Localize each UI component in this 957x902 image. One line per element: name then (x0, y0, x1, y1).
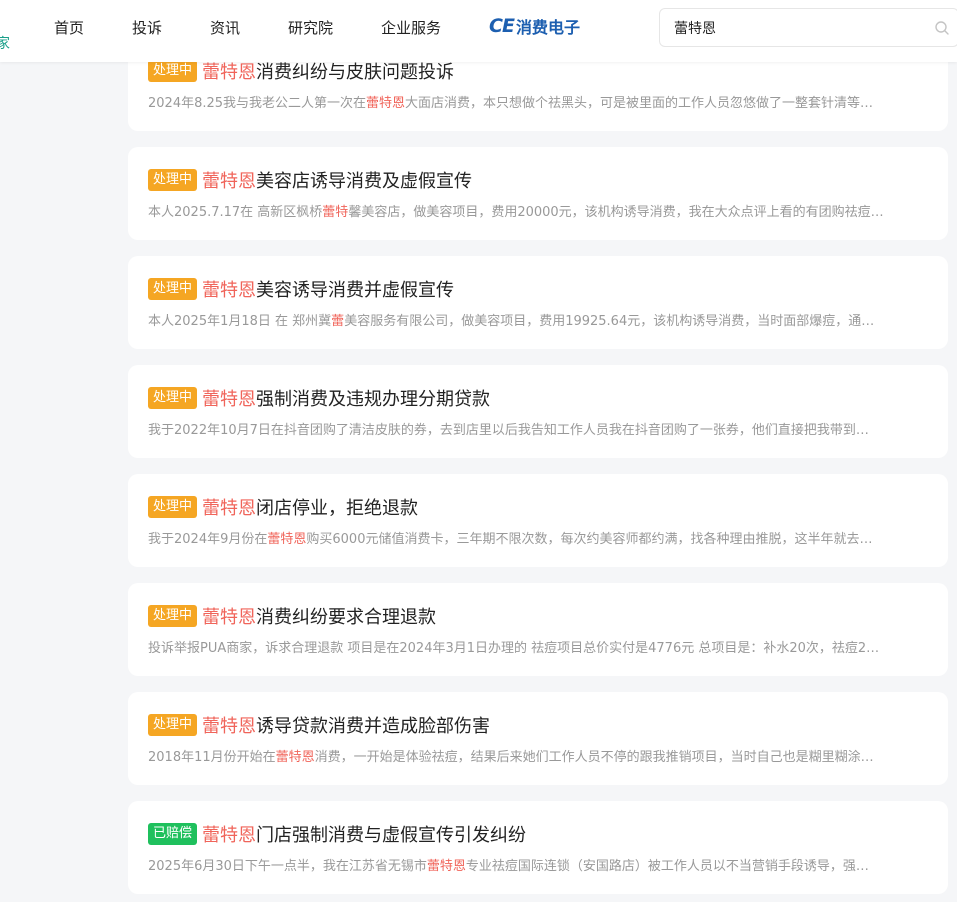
complaint-card[interactable]: 已赔偿 蕾特恩 门店强制消费与虚假宣传引发纠纷 2025年6月30日下午一点半，我在江… (128, 801, 948, 894)
description-text: 2025年6月30日下午一点半，我在江苏省无锡市 (148, 859, 427, 874)
status-badge: 处理中 (148, 496, 198, 518)
description-text: 2018年11月份开始在 (148, 750, 276, 765)
description-text: 大面店消费，本只想做个祛黑头，可是被里面的工作人员忽悠做了一整套针清等… (405, 96, 874, 111)
description-text: 专业祛痘国际连锁（安国路店）被工作人员以不当营销手段诱导，强… (465, 859, 869, 874)
status-badge: 处理中 (148, 387, 198, 409)
status-badge: 已赔偿 (148, 823, 198, 845)
complaint-description: 我于2024年9月份在蕾特恩购买6000元储值消费卡，三年期不限次数，每次约美容… (148, 528, 928, 547)
complaint-card[interactable]: 处理中 蕾特恩 强制消费及违规办理分期贷款我于2022年10月7日在抖音团购了清洁皮… (128, 365, 948, 458)
status-badge: 处理中 (148, 714, 198, 736)
top-navbar: 家 首页 投诉 资讯 研究院 企业服务 CE 消费电子 (0, 0, 957, 62)
complaint-title-row[interactable]: 处理中 蕾特恩 消费纠纷与皮肤问题投诉 (148, 59, 454, 83)
nav-item-enterprise-services[interactable]: 企业服务 (381, 17, 441, 38)
description-text: 本人2025年1月18日 在 郑州冀 (148, 314, 332, 329)
nav-item-complaints[interactable]: 投诉 (132, 17, 162, 38)
complaint-description: 本人2025年1月18日 在 郑州冀蕾美容服务有限公司，做美容项目，费用1992… (148, 310, 928, 329)
complaint-title[interactable]: 闭店停业，拒绝退款 (256, 494, 418, 520)
complaint-title-highlight[interactable]: 蕾特恩 (202, 385, 256, 411)
search-icon[interactable] (934, 20, 950, 36)
complaint-title-highlight[interactable]: 蕾特恩 (202, 276, 256, 302)
complaint-title-row[interactable]: 处理中 蕾特恩 闭店停业，拒绝退款 (148, 495, 418, 519)
complaint-description: 2024年8.25我与我老公二人第一次在蕾特恩大面店消费，本只想做个祛黑头，可是… (148, 92, 928, 111)
site-logo[interactable]: CE 消费电子 (489, 14, 580, 38)
complaint-title-row[interactable]: 处理中 蕾特恩 美容店诱导消费及虚假宣传 (148, 168, 472, 192)
status-badge: 处理中 (148, 278, 198, 300)
complaint-title[interactable]: 强制消费及违规办理分期贷款 (256, 385, 490, 411)
description-text: 投诉举报PUA商家，诉求合理退款 项目是在2024年3月1日办理的 祛痘项目总价… (148, 641, 880, 656)
complaint-title[interactable]: 消费纠纷要求合理退款 (256, 603, 436, 629)
complaint-title-highlight[interactable]: 蕾特恩 (202, 167, 256, 193)
description-text: 我于2024年9月份在 (148, 532, 268, 547)
description-keyword: 蕾特恩 (275, 750, 315, 765)
description-keyword: 蕾特恩 (426, 859, 466, 874)
complaint-card[interactable]: 处理中 蕾特恩 诱导贷款消费并造成脸部伤害 2018年11月份开始在蕾特恩消费，一开始… (128, 692, 948, 785)
nav-item-news[interactable]: 资讯 (210, 17, 240, 38)
complaint-card[interactable]: 处理中 蕾特恩 闭店停业，拒绝退款 我于2024年9月份在蕾特恩购买6000元储值消费… (128, 474, 948, 567)
complaint-description: 本人2025.7.17在 高新区枫桥蕾特馨美容店，做美容项目，费用20000元，… (148, 201, 928, 220)
description-text: 购买6000元储值消费卡，三年期不限次数，每次约美容师都约满，找各种理由推脱，这… (306, 532, 873, 547)
complaint-title-row[interactable]: 处理中 蕾特恩 消费纠纷要求合理退款 (148, 604, 436, 628)
complaint-title-row[interactable]: 处理中 蕾特恩 强制消费及违规办理分期贷款 (148, 386, 490, 410)
complaint-title-highlight[interactable]: 蕾特恩 (202, 712, 256, 738)
logo-mark: CE (489, 15, 515, 37)
complaint-title[interactable]: 美容诱导消费并虚假宣传 (256, 276, 454, 302)
description-text: 本人2025.7.17在 高新区枫桥 (148, 205, 323, 220)
complaint-title[interactable]: 美容店诱导消费及虚假宣传 (256, 167, 472, 193)
status-badge: 处理中 (148, 60, 198, 82)
description-text: 消费，一开始是体验祛痘，结果后来她们工作人员不停的跟我推销项目，当时自己也是糊里… (314, 750, 874, 765)
description-keyword: 蕾 (331, 314, 345, 329)
description-text: 馨美容店，做美容项目，费用20000元，该机构诱导消费，我在大众点评上看的有团购… (348, 205, 884, 220)
complaint-title-highlight[interactable]: 蕾特恩 (202, 494, 256, 520)
complaint-title[interactable]: 诱导贷款消费并造成脸部伤害 (256, 712, 490, 738)
complaint-card[interactable]: 处理中 蕾特恩 美容店诱导消费及虚假宣传本人2025.7.17在 高新区枫桥蕾特馨美… (128, 147, 948, 240)
description-text: 我于2022年10月7日在抖音团购了清洁皮肤的券，去到店里以后我告知工作人员我在… (148, 423, 869, 438)
complaint-description: 投诉举报PUA商家，诉求合理退款 项目是在2024年3月1日办理的 祛痘项目总价… (148, 637, 928, 656)
logo-text: 消费电子 (515, 18, 580, 37)
nav-edge-fragment[interactable]: 家 (0, 33, 10, 53)
description-keyword: 蕾特恩 (366, 96, 406, 111)
complaint-title-row[interactable]: 已赔偿 蕾特恩 门店强制消费与虚假宣传引发纠纷 (148, 822, 526, 846)
description-keyword: 蕾特 (322, 205, 349, 220)
complaint-card[interactable]: 处理中 蕾特恩 美容诱导消费并虚假宣传本人2025年1月18日 在 郑州冀蕾美容服务… (128, 256, 948, 349)
description-text: 美容服务有限公司，做美容项目，费用19925.64元，该机构诱导消费，当时面部爆… (344, 314, 875, 329)
complaint-card[interactable]: 处理中 蕾特恩 消费纠纷要求合理退款投诉举报PUA商家，诉求合理退款 项目是在202… (128, 583, 948, 676)
complaint-title[interactable]: 门店强制消费与虚假宣传引发纠纷 (256, 821, 526, 847)
complaint-title-highlight[interactable]: 蕾特恩 (202, 821, 256, 847)
search-input[interactable] (674, 9, 914, 46)
complaint-description: 我于2022年10月7日在抖音团购了清洁皮肤的券，去到店里以后我告知工作人员我在… (148, 419, 928, 438)
nav-item-institute[interactable]: 研究院 (288, 17, 333, 38)
complaint-description: 2018年11月份开始在蕾特恩消费，一开始是体验祛痘，结果后来她们工作人员不停的… (148, 746, 928, 765)
description-keyword: 蕾特恩 (267, 532, 307, 547)
description-text: 2024年8.25我与我老公二人第一次在 (148, 96, 367, 111)
search-box (659, 8, 957, 47)
complaint-description: 2025年6月30日下午一点半，我在江苏省无锡市蕾特恩专业祛痘国际连锁（安国路店… (148, 855, 928, 874)
status-badge: 处理中 (148, 605, 198, 627)
nav-item-home[interactable]: 首页 (54, 17, 84, 38)
complaint-title-highlight[interactable]: 蕾特恩 (202, 603, 256, 629)
complaint-title-row[interactable]: 处理中 蕾特恩 诱导贷款消费并造成脸部伤害 (148, 713, 490, 737)
complaint-title-row[interactable]: 处理中 蕾特恩 美容诱导消费并虚假宣传 (148, 277, 454, 301)
status-badge: 处理中 (148, 169, 198, 191)
